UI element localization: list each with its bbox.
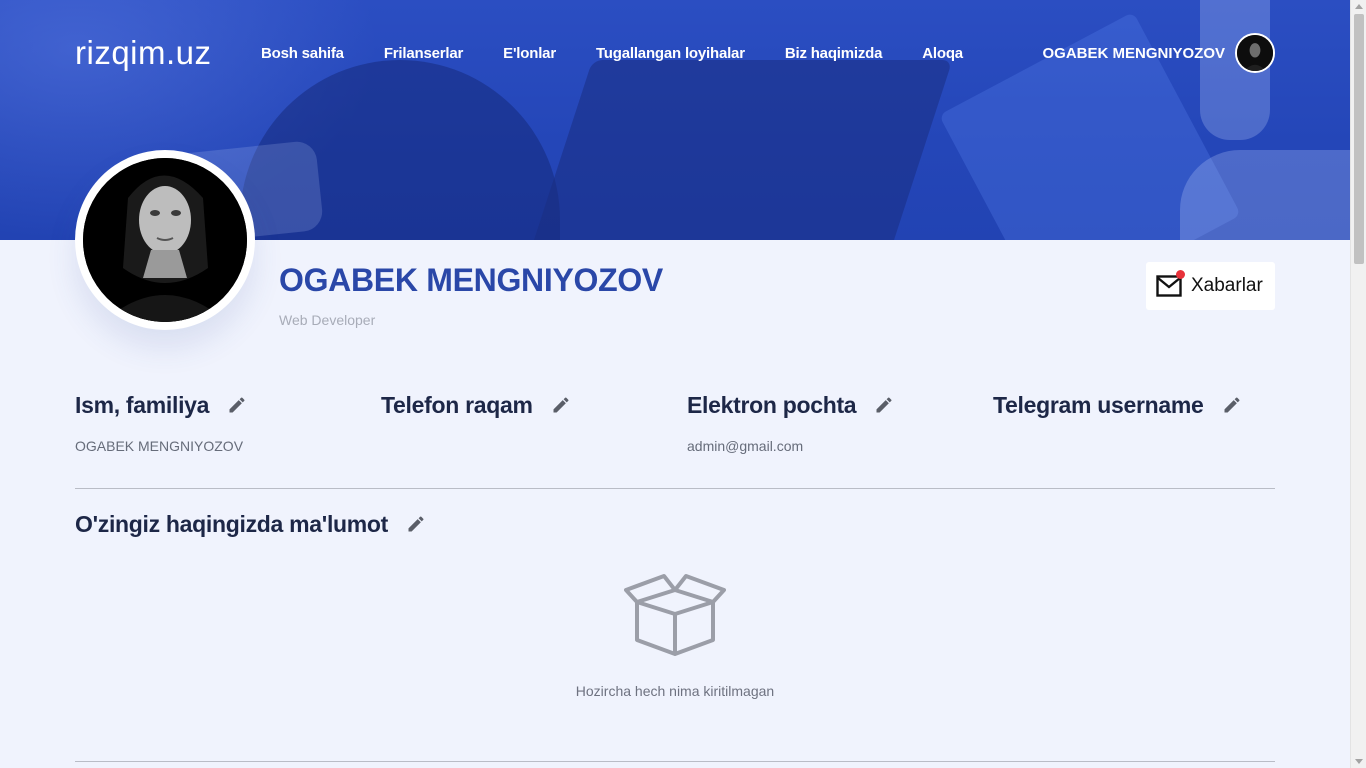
edit-telegram-pencil-icon[interactable] [1222, 395, 1242, 415]
nav-avatar[interactable] [1235, 33, 1275, 73]
profile-avatar[interactable] [75, 150, 255, 330]
about-title: O'zingiz haqingizda ma'lumot [75, 510, 389, 537]
about-section: O'zingiz haqingizda ma'lumot [75, 509, 426, 539]
field-value: admin@gmail.com [687, 438, 804, 454]
section-divider [75, 488, 1275, 489]
unread-indicator [1176, 270, 1185, 279]
mail-icon [1156, 270, 1185, 297]
avatar-photo [1237, 35, 1273, 71]
field-title: Telefon raqam [381, 391, 533, 418]
site-logo[interactable]: rizqim.uz [75, 34, 261, 72]
field-value: OGABEK MENGNIYOZOV [75, 438, 244, 454]
nav-link-contact[interactable]: Aloqa [922, 45, 963, 62]
nav-link-announcements[interactable]: E'lonlar [503, 45, 556, 62]
scroll-down-arrow[interactable] [1355, 759, 1363, 764]
edit-name-pencil-icon[interactable] [227, 395, 247, 415]
profile-role: Web Developer [279, 312, 376, 328]
scrollbar-thumb[interactable] [1354, 14, 1364, 264]
page-scrollbar[interactable] [1350, 0, 1366, 768]
nav-link-home[interactable]: Bosh sahifa [261, 45, 344, 62]
section-divider-bottom [75, 761, 1275, 762]
top-navbar: rizqim.uz Bosh sahifa Frilanserlar E'lon… [75, 30, 1275, 76]
user-menu[interactable]: OGABEK MENGNIYOZOV [1042, 33, 1275, 73]
field-title: Telegram username [993, 391, 1204, 418]
nav-link-freelancers[interactable]: Frilanserlar [384, 45, 464, 62]
field-title: Elektron pochta [687, 391, 857, 418]
open-box-icon [624, 574, 726, 656]
field-full-name: Ism, familiya OGABEK MENGNIYOZOV [75, 390, 247, 454]
profile-name: OGABEK MENGNIYOZOV [279, 262, 663, 298]
field-telegram: Telegram username [993, 390, 1242, 438]
edit-about-pencil-icon[interactable] [406, 514, 426, 534]
messages-button[interactable]: Xabarlar [1146, 262, 1275, 310]
field-phone: Telefon raqam [381, 390, 571, 438]
edit-phone-pencil-icon[interactable] [551, 395, 571, 415]
field-email: Elektron pochta admin@gmail.com [687, 390, 894, 454]
nav-user-name[interactable]: OGABEK MENGNIYOZOV [1042, 45, 1225, 62]
nav-link-about[interactable]: Biz haqimizda [785, 45, 883, 62]
main-menu: Bosh sahifa Frilanserlar E'lonlar Tugall… [261, 45, 1003, 62]
empty-state-text: Hozircha hech nima kiritilmagan [575, 683, 775, 699]
scroll-up-arrow[interactable] [1355, 4, 1363, 9]
field-title: Ism, familiya [75, 391, 210, 418]
messages-label: Xabarlar [1191, 275, 1263, 296]
edit-email-pencil-icon[interactable] [874, 395, 894, 415]
profile-photo [83, 158, 247, 322]
nav-link-completed-projects[interactable]: Tugallangan loyihalar [596, 45, 745, 62]
